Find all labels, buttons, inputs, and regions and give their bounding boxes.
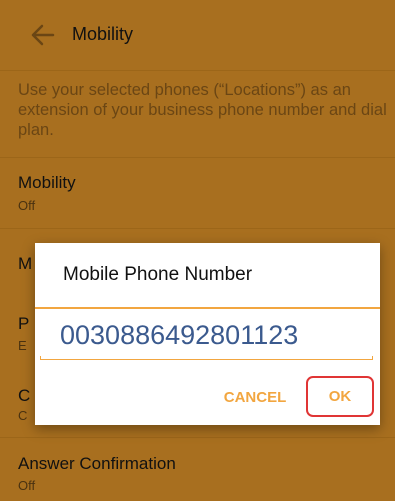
divider	[0, 228, 395, 229]
cancel-button[interactable]: CANCEL	[219, 386, 291, 408]
setting-mobility-status: Off	[18, 198, 36, 213]
setting-item-subtitle: C	[18, 408, 28, 423]
app-bar: Mobility	[0, 0, 395, 70]
arrow-left-icon[interactable]	[28, 22, 58, 48]
divider	[0, 437, 395, 438]
divider	[0, 157, 395, 158]
mobile-number-dialog: Mobile Phone Number CANCEL OK	[35, 243, 380, 425]
divider	[0, 70, 395, 71]
setting-mobility-title[interactable]: Mobility	[18, 173, 76, 193]
setting-item-title[interactable]: M	[18, 254, 32, 274]
setting-answer-confirmation-title[interactable]: Answer Confirmation	[18, 454, 176, 474]
setting-answer-confirmation-status: Off	[18, 478, 36, 493]
mobility-description: Use your selected phones (“Locations”) a…	[18, 81, 387, 139]
setting-item-subtitle: E	[18, 338, 27, 353]
dialog-divider	[35, 307, 380, 309]
setting-item-title[interactable]: P	[18, 314, 29, 334]
setting-item-title[interactable]: C	[18, 386, 30, 406]
ok-button[interactable]: OK	[306, 376, 374, 417]
page-title: Mobility	[72, 24, 134, 44]
mobile-number-input[interactable]	[40, 313, 373, 357]
input-underline	[40, 356, 373, 360]
dialog-title: Mobile Phone Number	[63, 264, 253, 285]
